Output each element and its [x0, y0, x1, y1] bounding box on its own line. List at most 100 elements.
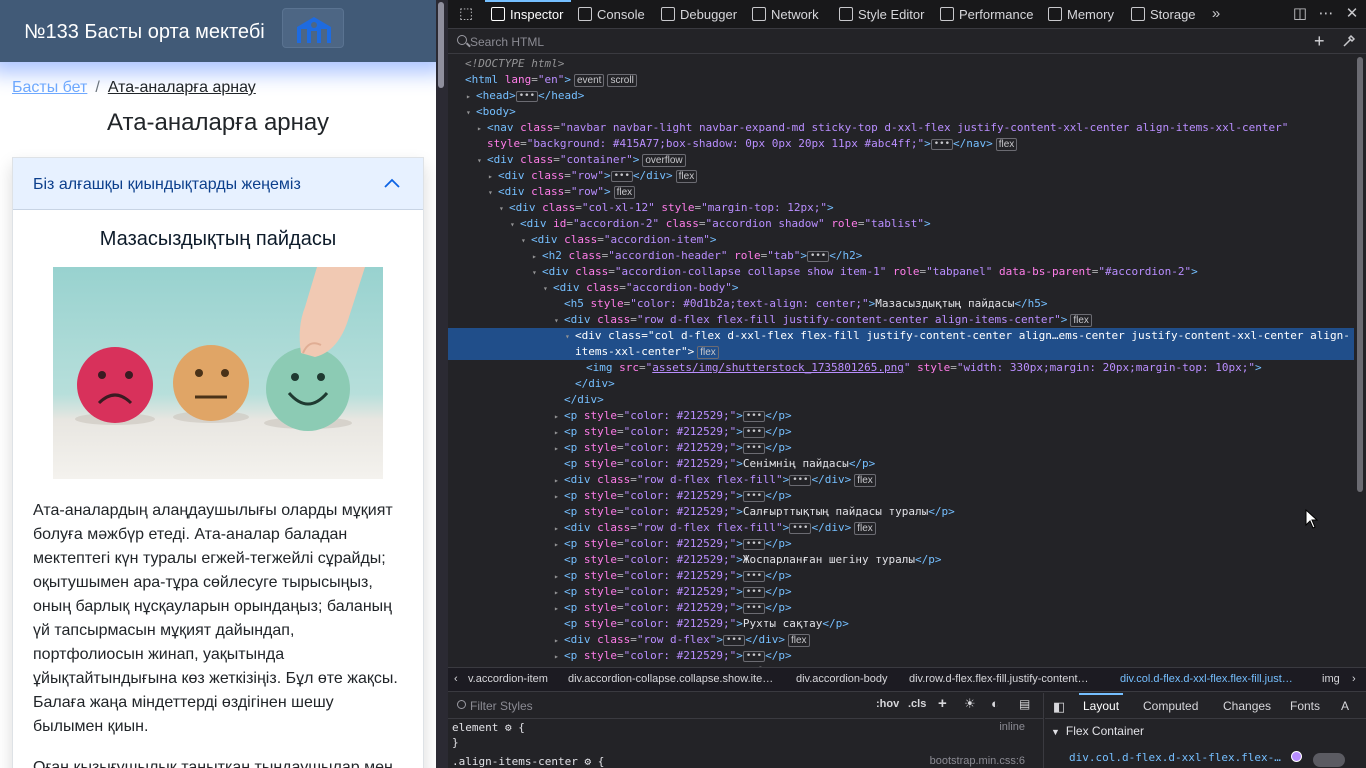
- search-html-input[interactable]: [470, 33, 1270, 51]
- collapse-twisty-icon[interactable]: ▸: [554, 633, 564, 649]
- crumb-accordion-collapse[interactable]: div.accordion-collapse.collapse.show.ite…: [568, 673, 773, 685]
- markup-node[interactable]: ▾ <div class="row"> flex: [488, 184, 636, 201]
- markup-node[interactable]: ▸ <p style="color: #212529;"> ••• </p>: [554, 440, 792, 456]
- markup-node[interactable]: ▸ <div class="row d-flex flex-fill"> ••• </…: [554, 520, 876, 536]
- rule-source-link[interactable]: bootstrap.min.css:6: [930, 755, 1025, 767]
- markup-scrollbar-thumb[interactable]: [1357, 57, 1363, 492]
- breadcrumb-prev-arrow-icon[interactable]: ‹: [454, 673, 458, 685]
- markup-node[interactable]: <p style="color: #212529;">Сенімнің пайд…: [554, 456, 875, 472]
- hover-state-toggle[interactable]: :hov: [876, 698, 899, 710]
- tab-performance[interactable]: Performance: [940, 0, 1033, 29]
- site-brand[interactable]: №133 Басты орта мектебі: [24, 21, 265, 44]
- markup-node[interactable]: ▸ <h2 class="accordion-header" role="tab"…: [532, 248, 862, 264]
- page-scrollbar-thumb[interactable]: [438, 2, 444, 88]
- collapse-twisty-icon[interactable]: ▸: [532, 249, 542, 265]
- breadcrumb-home-link[interactable]: Басты бет: [12, 79, 87, 96]
- markup-node[interactable]: <p style="color: #212529;">Жоспарланған …: [554, 552, 942, 568]
- collapse-twisty-icon[interactable]: ▸: [477, 121, 487, 137]
- collapse-twisty-icon[interactable]: ▸: [554, 489, 564, 505]
- markup-node[interactable]: <html lang="en"> event scroll: [455, 72, 637, 88]
- expand-twisty-icon[interactable]: ▾: [554, 313, 564, 329]
- add-node-icon[interactable]: +: [1314, 32, 1325, 50]
- markup-node[interactable]: ▾ <div class="accordion-item">: [521, 232, 716, 248]
- element-picker-icon[interactable]: ⬚: [458, 6, 474, 22]
- markup-node[interactable]: <p style="color: #212529;">Салғырттықтың…: [554, 504, 955, 520]
- markup-node[interactable]: ▾ <div id="accordion-2" class="accordion …: [510, 216, 931, 232]
- markup-node[interactable]: ▸ <head> ••• </head>: [466, 88, 584, 104]
- flex-highlighter-toggle[interactable]: [1313, 753, 1345, 767]
- markup-node[interactable]: ▾ <div class="accordion-body">: [543, 280, 738, 296]
- crumb-col-selected[interactable]: div.col.d-flex.d-xxl-flex.flex-fill.just…: [1120, 673, 1293, 685]
- flex-highlight-color-swatch[interactable]: [1291, 751, 1302, 762]
- markup-node[interactable]: </div>: [565, 376, 615, 392]
- expand-twisty-icon[interactable]: ▾: [488, 185, 498, 201]
- collapse-twisty-icon[interactable]: ▸: [554, 537, 564, 553]
- filter-styles-input[interactable]: [470, 698, 770, 714]
- markup-node[interactable]: ▸ <div class="row d-flex"> ••• </div> flex: [554, 632, 810, 648]
- expand-twisty-icon[interactable]: ▾: [565, 329, 575, 345]
- collapse-twisty-icon[interactable]: ▸: [554, 441, 564, 457]
- tab-layout[interactable]: Layout: [1078, 693, 1124, 713]
- collapse-twisty-icon[interactable]: ▸: [466, 89, 476, 105]
- tab-console[interactable]: Console: [578, 0, 645, 29]
- markup-node[interactable]: ▾ <div class="row d-flex flex-fill justif…: [554, 312, 1092, 328]
- dark-theme-icon[interactable]: ◐: [991, 696, 999, 711]
- options-menu-icon[interactable]: ⋯: [1318, 6, 1334, 22]
- markup-node[interactable]: items-xxl-center"> flex: [448, 344, 1354, 360]
- markup-node[interactable]: <img src="assets/img/shutterstock_173580…: [576, 360, 1262, 376]
- collapse-twisty-icon[interactable]: ▸: [554, 601, 564, 617]
- crumb-img[interactable]: img: [1322, 673, 1340, 685]
- markup-tree[interactable]: <!DOCTYPE html> <html lang="en"> event scro…: [448, 55, 1354, 667]
- class-toggle[interactable]: .cls: [908, 698, 926, 710]
- sidebar-toggle-icon[interactable]: ◧: [1053, 699, 1065, 715]
- crumb-accordion-body[interactable]: div.accordion-body: [796, 673, 888, 685]
- collapse-twisty-icon[interactable]: ▸: [554, 521, 564, 537]
- tab-debugger[interactable]: Debugger: [661, 0, 737, 29]
- markup-node[interactable]: ▸ <nav class="navbar navbar-light navbar-…: [477, 120, 1288, 136]
- markup-node[interactable]: </div>: [554, 392, 604, 408]
- expand-twisty-icon[interactable]: ▾: [521, 233, 531, 249]
- collapse-twisty-icon[interactable]: ▸: [554, 409, 564, 425]
- markup-node[interactable]: style="background: #415A77;box-shadow: 0…: [477, 136, 1018, 152]
- markup-node[interactable]: ▾ <div class="col d-flex d-xxl-flex flex-…: [448, 328, 1354, 344]
- add-rule-icon[interactable]: +: [938, 695, 947, 712]
- tab-changes[interactable]: Changes: [1223, 699, 1271, 713]
- expand-twisty-icon[interactable]: ▾: [466, 105, 476, 121]
- markup-node[interactable]: ▸ <p style="color: #212529;"> ••• </p>: [554, 424, 792, 440]
- rule-align-items-center[interactable]: .align-items-center ⚙ {: [452, 755, 604, 768]
- expand-twisty-icon[interactable]: ▾: [477, 153, 487, 169]
- dock-side-icon[interactable]: ◫: [1292, 6, 1308, 22]
- close-icon[interactable]: ✕: [1344, 6, 1360, 22]
- markup-node[interactable]: ▸ <div class="row"> ••• </div> flex: [488, 168, 698, 185]
- expand-twisty-icon[interactable]: ▾: [499, 201, 509, 217]
- markup-node[interactable]: ▸ <p style="color: #212529;"> ••• </p>: [554, 600, 792, 616]
- tab-fonts[interactable]: Fonts: [1290, 699, 1320, 713]
- markup-node[interactable]: ▸ <p style="color: #212529;"> ••• </p>: [554, 568, 792, 584]
- collapse-twisty-icon[interactable]: ▸: [554, 649, 564, 665]
- flex-container-selector[interactable]: div.col.d-flex.d-xxl-flex.flex-…: [1069, 751, 1281, 764]
- markup-node[interactable]: ▾ <div class="col-xl-12" style="margin-to…: [499, 200, 834, 216]
- accordion-header-button[interactable]: Біз алғашқы қиындықтарды жеңеміз: [13, 158, 423, 210]
- collapse-twisty-icon[interactable]: ▸: [488, 169, 498, 185]
- print-media-icon[interactable]: ▤: [1019, 697, 1030, 711]
- tab-network[interactable]: Network: [752, 0, 819, 29]
- markup-node[interactable]: <!DOCTYPE html>: [455, 56, 564, 72]
- page-scrollbar[interactable]: [436, 0, 448, 768]
- eyedropper-icon[interactable]: [1342, 34, 1356, 48]
- markup-node[interactable]: ▸ <p style="color: #212529;"> ••• </p>: [554, 488, 792, 504]
- markup-node[interactable]: ▾ <body>: [466, 104, 516, 120]
- markup-node[interactable]: ▸ <p style="color: #212529;"> ••• </p>: [554, 408, 792, 424]
- more-tools-chevron-icon[interactable]: »: [1208, 6, 1224, 22]
- markup-node[interactable]: ▾ <div class="container"> overflow: [477, 152, 686, 168]
- markup-node[interactable]: ▾ <div class="accordion-collapse collapse…: [532, 264, 1198, 280]
- markup-node[interactable]: <h5 style="color: #0d1b2a;text-align: ce…: [554, 296, 1048, 312]
- flex-container-header[interactable]: ▼ Flex Container: [1051, 724, 1144, 738]
- collapse-twisty-icon[interactable]: ▸: [554, 585, 564, 601]
- crumb-row[interactable]: div.row.d-flex.flex-fill.justify-content…: [909, 673, 1089, 685]
- markup-node[interactable]: <p style="color: #212529;">Рухты сақтау<…: [554, 616, 849, 632]
- light-theme-icon[interactable]: ☀: [964, 696, 976, 712]
- tab-animations[interactable]: A: [1341, 699, 1349, 713]
- markup-node[interactable]: ▸ <div class="row d-flex flex-fill"> ••• </…: [554, 472, 876, 488]
- tab-computed[interactable]: Computed: [1143, 699, 1198, 713]
- breadcrumb-current[interactable]: Ата-аналарға арнау: [108, 79, 256, 96]
